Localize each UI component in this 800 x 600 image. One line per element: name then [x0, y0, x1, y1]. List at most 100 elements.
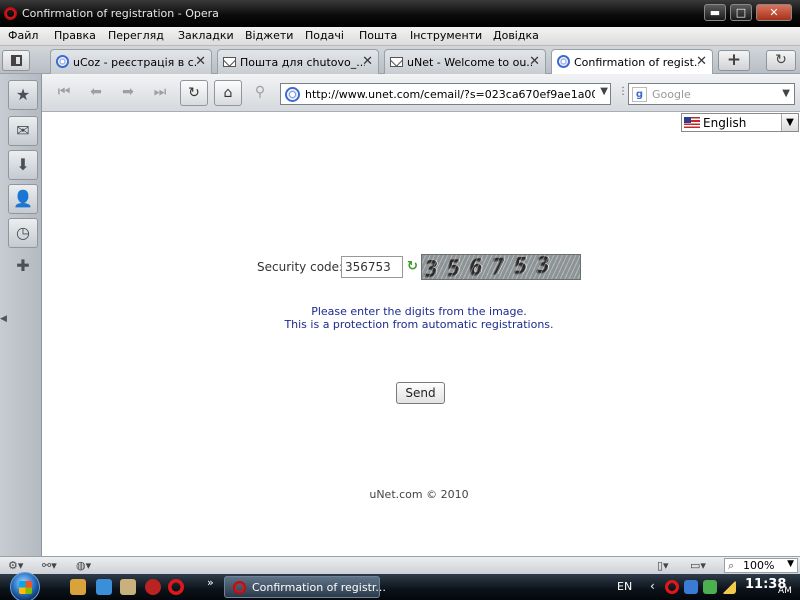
history-panel-button[interactable]: ◷: [8, 218, 38, 248]
maximize-button[interactable]: □: [730, 4, 752, 21]
language-select[interactable]: English ▼: [681, 113, 799, 132]
magnifier-icon: ⌕: [728, 559, 735, 572]
downloads-icon: ⬇: [16, 155, 30, 174]
tools-icon[interactable]: ⚙▾: [8, 559, 23, 572]
menu-edit[interactable]: Правка: [54, 29, 96, 42]
tab-close-icon[interactable]: ✕: [529, 54, 540, 69]
add-panel-button[interactable]: ✚: [8, 252, 38, 282]
fast-forward-button[interactable]: ⏭: [146, 80, 174, 106]
opera-logo-icon[interactable]: [4, 7, 17, 20]
minimize-button[interactable]: ▬: [704, 4, 726, 21]
menu-bar: Файл Правка Перегляд Закладки Віджети По…: [0, 27, 800, 46]
tab-unet-welcome[interactable]: uNet - Welcome to ou... ✕: [384, 49, 546, 74]
taskbar-opera-window[interactable]: Confirmation of registr...: [224, 576, 386, 598]
toolbar-grip-icon[interactable]: ⋮: [618, 86, 628, 97]
captcha-noise: [422, 255, 580, 279]
zoom-value: 100%: [743, 559, 775, 572]
bookmarks-panel-button[interactable]: ★: [8, 80, 38, 110]
skype-tray-icon[interactable]: [684, 580, 698, 594]
mail-panel-button[interactable]: ✉: [8, 116, 38, 146]
opera-quicklaunch-icon[interactable]: [168, 579, 184, 595]
fast-forward-icon: ⏭: [153, 84, 167, 100]
contacts-panel-button[interactable]: 👤: [8, 184, 38, 214]
view-icon[interactable]: ▭▾: [690, 559, 706, 572]
menu-feeds[interactable]: Подачі: [305, 29, 344, 42]
tab-confirmation[interactable]: Confirmation of regist... ✕: [551, 49, 713, 75]
signal-tray-icon[interactable]: [722, 580, 736, 594]
clock-ampm: AM: [778, 586, 792, 596]
speed-dial-icon[interactable]: ⚯▾: [42, 559, 57, 572]
menu-help[interactable]: Довідка: [493, 29, 539, 42]
media-quicklaunch-icon[interactable]: [145, 579, 161, 595]
language-indicator[interactable]: EN: [617, 580, 632, 593]
opera-tray-icon[interactable]: [665, 580, 679, 594]
panel-collapse-icon[interactable]: ◀: [0, 314, 7, 324]
rewind-button[interactable]: ⏮: [50, 80, 78, 106]
bookmarks-icon: ★: [15, 85, 31, 104]
search-placeholder[interactable]: Google: [652, 88, 691, 101]
tab-close-icon[interactable]: ✕: [362, 54, 373, 69]
opera-icon: [233, 581, 246, 594]
windows-taskbar: » Confirmation of registr... EN ‹ 11:38 …: [0, 572, 800, 600]
menu-widgets[interactable]: Віджети: [245, 29, 293, 42]
menu-view[interactable]: Перегляд: [108, 29, 164, 42]
tab-label: uCoz - реєстрація в с...: [73, 56, 198, 69]
menu-mail[interactable]: Пошта: [359, 29, 397, 42]
panel-toggle-button[interactable]: [2, 50, 30, 71]
downloads-panel-button[interactable]: ⬇: [8, 150, 38, 180]
forward-button[interactable]: ➡: [114, 80, 142, 106]
new-tab-button[interactable]: +: [718, 50, 750, 71]
tab-close-icon[interactable]: ✕: [195, 54, 206, 69]
tab-label: Пошта для chutovo_...: [240, 56, 365, 69]
network-tray-icon[interactable]: [703, 580, 717, 594]
explorer-quicklaunch-icon[interactable]: [70, 579, 86, 595]
reload-icon: ↻: [188, 85, 200, 101]
turbo-icon[interactable]: ◍▾: [76, 559, 91, 572]
add-panel-icon: ✚: [16, 256, 30, 275]
security-code-input[interactable]: [341, 256, 403, 278]
close-window-button[interactable]: ✕: [756, 4, 792, 21]
chevron-down-icon[interactable]: ▼: [787, 559, 794, 569]
page-footer: uNet.com © 2010: [369, 488, 469, 501]
tab-close-icon[interactable]: ✕: [696, 54, 707, 69]
page-content: English ▼ Security code: ↻ 356753 Please…: [42, 112, 800, 556]
start-button[interactable]: [10, 572, 40, 600]
ie-quicklaunch-icon[interactable]: [96, 579, 112, 595]
globe-icon: [557, 55, 570, 68]
reload-button[interactable]: ↻: [180, 80, 208, 106]
back-button[interactable]: ⬅: [82, 80, 110, 106]
wand-icon: ⚲: [254, 84, 266, 100]
tab-label: Confirmation of regist...: [574, 56, 699, 69]
wand-button[interactable]: ⚲: [246, 80, 274, 106]
tab-ucoz[interactable]: uCoz - реєстрація в с... ✕: [50, 49, 212, 74]
tab-mail-chutovo[interactable]: Пошта для chutovo_... ✕: [217, 49, 379, 74]
page-icon[interactable]: ▯▾: [657, 559, 669, 572]
us-flag-icon: [684, 117, 700, 128]
menu-tools[interactable]: Інструменти: [410, 29, 482, 42]
search-box[interactable]: g Google ▼: [628, 83, 795, 105]
send-button[interactable]: Send: [396, 382, 445, 404]
tab-label: uNet - Welcome to ou...: [407, 56, 532, 69]
zoom-control[interactable]: ⌕ 100% ▼: [724, 558, 798, 573]
language-value: English: [703, 116, 747, 130]
contacts-icon: 👤: [13, 189, 33, 208]
menu-file[interactable]: Файл: [8, 29, 38, 42]
address-bar[interactable]: http://www.unet.com/cemail/?s=023ca670ef…: [280, 83, 611, 105]
chevron-down-icon[interactable]: ▼: [782, 88, 790, 99]
history-icon: ◷: [16, 223, 30, 242]
folder-quicklaunch-icon[interactable]: [120, 579, 136, 595]
refresh-captcha-icon[interactable]: ↻: [407, 259, 418, 274]
home-button[interactable]: ⌂: [214, 80, 242, 106]
home-icon: ⌂: [223, 85, 233, 101]
chevron-down-icon[interactable]: ▼: [781, 114, 798, 131]
captcha-image: 356753: [421, 254, 581, 280]
chevron-down-icon[interactable]: ▼: [600, 86, 608, 97]
tray-expand-icon[interactable]: ‹: [650, 579, 655, 593]
closed-tabs-button[interactable]: ↻: [766, 50, 796, 71]
quicklaunch-more-icon[interactable]: »: [207, 576, 214, 589]
url-text[interactable]: http://www.unet.com/cemail/?s=023ca670ef…: [305, 88, 595, 101]
google-icon[interactable]: g: [632, 87, 647, 102]
panel-toggle-icon: [11, 55, 22, 66]
hint-line-2: This is a protection from automatic regi…: [284, 318, 554, 331]
menu-bookmarks[interactable]: Закладки: [178, 29, 234, 42]
